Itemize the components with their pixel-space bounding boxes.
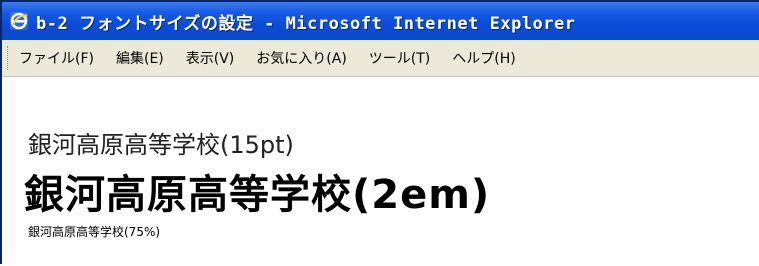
menu-file[interactable]: ファイル(F) bbox=[19, 48, 94, 68]
text-75-percent: 銀河高原高等学校(75%) bbox=[28, 225, 161, 239]
text-2em: 銀河高原高等学校(2em) bbox=[24, 172, 491, 218]
title-bar[interactable]: b-2 フォントサイズの設定 - Microsoft Internet Expl… bbox=[2, 2, 759, 40]
menu-help[interactable]: ヘルプ(H) bbox=[452, 48, 515, 68]
browser-window: b-2 フォントサイズの設定 - Microsoft Internet Expl… bbox=[0, 0, 759, 266]
ie-icon bbox=[8, 10, 30, 32]
menu-edit[interactable]: 編集(E) bbox=[116, 48, 164, 68]
menu-bar: ファイル(F) 編集(E) 表示(V) お気に入り(A) ツール(T) ヘルプ(… bbox=[2, 40, 759, 77]
toolbar-grip[interactable] bbox=[7, 46, 10, 70]
window-title: b-2 フォントサイズの設定 - Microsoft Internet Expl… bbox=[36, 13, 576, 34]
text-15pt: 銀河高原高等学校(15pt) bbox=[28, 131, 294, 159]
menu-favorites[interactable]: お気に入り(A) bbox=[256, 48, 347, 68]
page-content: 銀河高原高等学校(15pt) 銀河高原高等学校(2em) 銀河高原高等学校(75… bbox=[2, 77, 759, 266]
menu-tools[interactable]: ツール(T) bbox=[369, 48, 430, 68]
menu-view[interactable]: 表示(V) bbox=[186, 48, 235, 68]
